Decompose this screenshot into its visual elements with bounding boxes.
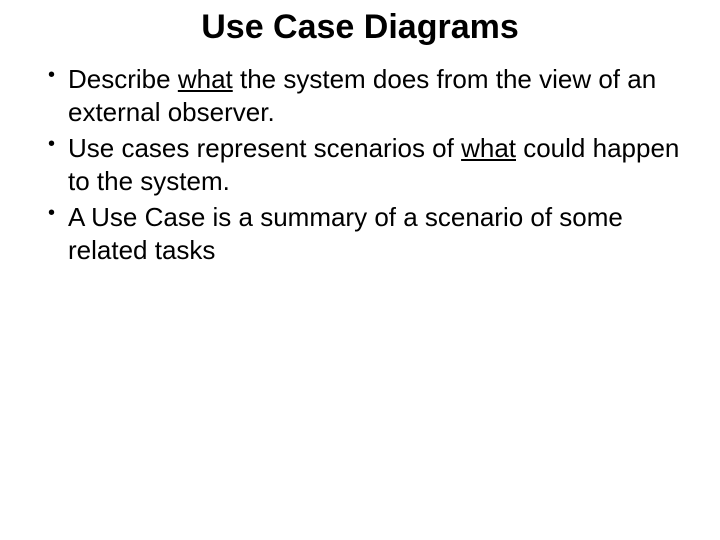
bullet-text-pre: Describe	[68, 64, 178, 94]
bullet-item: A Use Case is a summary of a scenario of…	[48, 201, 700, 266]
bullet-text-pre: A Use Case is a summary of a scenario of…	[68, 202, 623, 265]
bullet-list: Describe what the system does from the v…	[20, 63, 700, 266]
bullet-item: Describe what the system does from the v…	[48, 63, 700, 128]
bullet-text-underlined: what	[461, 133, 516, 163]
bullet-text-pre: Use cases represent scenarios of	[68, 133, 461, 163]
bullet-text-underlined: what	[178, 64, 233, 94]
slide-title: Use Case Diagrams	[20, 8, 700, 47]
bullet-item: Use cases represent scenarios of what co…	[48, 132, 700, 197]
